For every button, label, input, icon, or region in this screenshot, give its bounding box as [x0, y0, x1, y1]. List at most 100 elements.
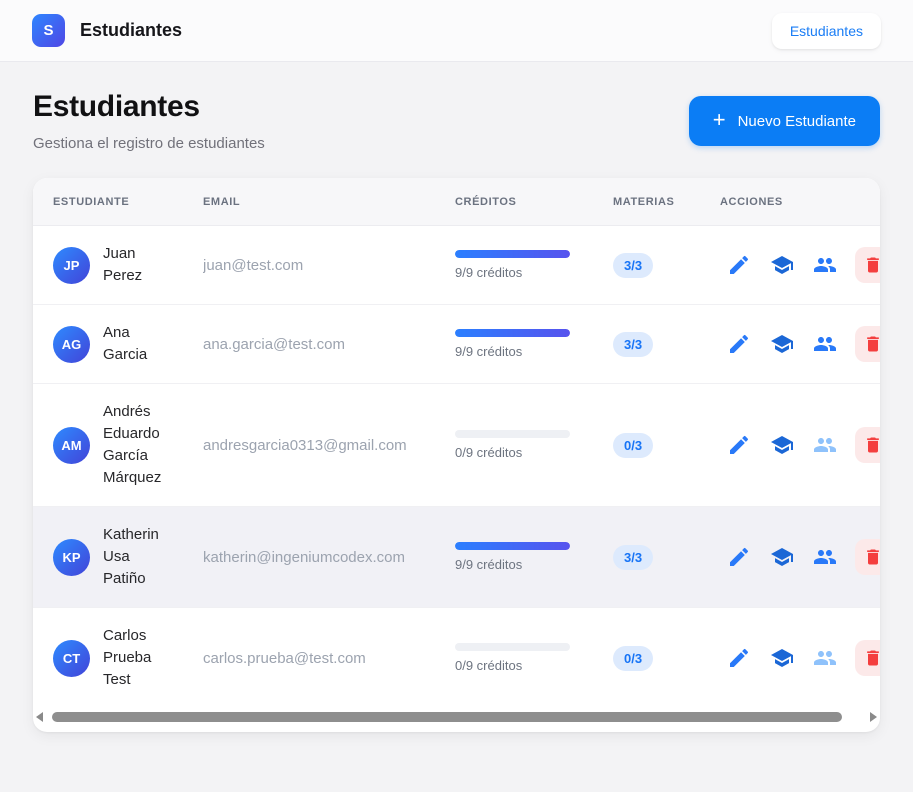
graduation-cap-icon	[770, 646, 794, 670]
materias-cell: 0/3	[613, 433, 720, 458]
groups-button[interactable]	[812, 331, 838, 357]
pencil-icon	[727, 433, 751, 457]
trash-icon	[863, 334, 880, 354]
new-student-button-label: Nuevo Estudiante	[738, 113, 856, 130]
credits-progress-bar	[455, 329, 570, 337]
student-cell: AG Ana Garcia	[53, 322, 203, 366]
student-email: andresgarcia0313@gmail.com	[203, 437, 455, 454]
graduation-cap-icon	[770, 332, 794, 356]
edit-button[interactable]	[726, 432, 752, 458]
trash-icon	[863, 255, 880, 275]
student-name: Katherin Usa Patiño	[103, 524, 173, 590]
app-title: Estudiantes	[80, 20, 182, 41]
table-row: JP Juan Perez juan@test.com 9/9 créditos…	[33, 226, 880, 305]
table-row: CT Carlos Prueba Test carlos.prueba@test…	[33, 608, 880, 708]
groups-button[interactable]	[812, 432, 838, 458]
student-name: Carlos Prueba Test	[103, 625, 173, 691]
avatar: AG	[53, 326, 90, 363]
scroll-left-arrow-icon[interactable]	[36, 712, 43, 722]
top-bar: S Estudiantes Estudiantes	[0, 0, 913, 62]
column-header: Materias	[613, 196, 720, 208]
avatar: AM	[53, 427, 90, 464]
app-logo: S	[32, 14, 65, 47]
edit-button[interactable]	[726, 252, 752, 278]
student-cell: KP Katherin Usa Patiño	[53, 524, 203, 590]
trash-icon	[863, 547, 880, 567]
materias-badge: 3/3	[613, 332, 653, 357]
scrollbar-thumb[interactable]	[52, 712, 842, 722]
credits-cell: 9/9 créditos	[455, 250, 613, 280]
new-student-button[interactable]: + Nuevo Estudiante	[689, 96, 880, 146]
credits-label: 9/9 créditos	[455, 344, 613, 359]
credits-progress-fill	[455, 542, 570, 550]
pencil-icon	[727, 253, 751, 277]
actions-cell	[726, 326, 880, 362]
credits-progress-bar	[455, 643, 570, 651]
column-header: Estudiante	[53, 196, 203, 208]
student-cell: AM Andrés Eduardo García Márquez	[53, 401, 203, 489]
subjects-button[interactable]	[769, 252, 795, 278]
table-header-row: EstudianteEmailCréditosMateriasAcciones	[33, 178, 880, 226]
delete-button[interactable]	[855, 640, 880, 676]
edit-button[interactable]	[726, 544, 752, 570]
delete-button[interactable]	[855, 247, 880, 283]
credits-progress-bar	[455, 542, 570, 550]
credits-progress-bar	[455, 430, 570, 438]
delete-button[interactable]	[855, 427, 880, 463]
plus-icon: +	[713, 109, 726, 131]
edit-button[interactable]	[726, 645, 752, 671]
subjects-button[interactable]	[769, 432, 795, 458]
materias-cell: 0/3	[613, 646, 720, 671]
avatar: JP	[53, 247, 90, 284]
credits-progress-fill	[455, 250, 570, 258]
subjects-button[interactable]	[769, 645, 795, 671]
people-icon	[813, 433, 837, 457]
student-email: katherin@ingeniumcodex.com	[203, 549, 455, 566]
scrollbar-track[interactable]	[45, 710, 868, 724]
student-name: Juan Perez	[103, 243, 173, 287]
table-row: AG Ana Garcia ana.garcia@test.com 9/9 cr…	[33, 305, 880, 384]
student-email: ana.garcia@test.com	[203, 336, 455, 353]
delete-button[interactable]	[855, 539, 880, 575]
table-body: JP Juan Perez juan@test.com 9/9 créditos…	[33, 226, 880, 708]
page-heading: Estudiantes Gestiona el registro de estu…	[0, 62, 913, 152]
credits-label: 0/9 créditos	[455, 445, 613, 460]
credits-cell: 9/9 créditos	[455, 329, 613, 359]
student-name: Ana Garcia	[103, 322, 173, 366]
delete-button[interactable]	[855, 326, 880, 362]
subjects-button[interactable]	[769, 331, 795, 357]
table-row: AM Andrés Eduardo García Márquez andresg…	[33, 384, 880, 507]
groups-button[interactable]	[812, 645, 838, 671]
groups-button[interactable]	[812, 544, 838, 570]
credits-label: 9/9 créditos	[455, 557, 613, 572]
edit-button[interactable]	[726, 331, 752, 357]
subjects-button[interactable]	[769, 544, 795, 570]
page-subtitle: Gestiona el registro de estudiantes	[33, 135, 265, 152]
actions-cell	[726, 539, 880, 575]
credits-label: 9/9 créditos	[455, 265, 613, 280]
materias-badge: 0/3	[613, 646, 653, 671]
scroll-right-arrow-icon[interactable]	[870, 712, 877, 722]
materias-badge: 3/3	[613, 253, 653, 278]
student-name: Andrés Eduardo García Márquez	[103, 401, 173, 489]
pencil-icon	[727, 646, 751, 670]
graduation-cap-icon	[770, 545, 794, 569]
students-table-card: EstudianteEmailCréditosMateriasAcciones …	[33, 178, 880, 732]
trash-icon	[863, 648, 880, 668]
page-heading-text: Estudiantes Gestiona el registro de estu…	[33, 90, 265, 152]
credits-label: 0/9 créditos	[455, 658, 613, 673]
materias-cell: 3/3	[613, 253, 720, 278]
avatar: CT	[53, 640, 90, 677]
column-header: Acciones	[720, 196, 880, 208]
page-title: Estudiantes	[33, 90, 265, 124]
nav-estudiantes-button[interactable]: Estudiantes	[772, 13, 881, 49]
table-row: KP Katherin Usa Patiño katherin@ingenium…	[33, 507, 880, 608]
avatar: KP	[53, 539, 90, 576]
people-icon	[813, 253, 837, 277]
groups-button[interactable]	[812, 252, 838, 278]
horizontal-scrollbar[interactable]	[33, 708, 880, 732]
materias-badge: 0/3	[613, 433, 653, 458]
pencil-icon	[727, 332, 751, 356]
materias-badge: 3/3	[613, 545, 653, 570]
student-cell: CT Carlos Prueba Test	[53, 625, 203, 691]
